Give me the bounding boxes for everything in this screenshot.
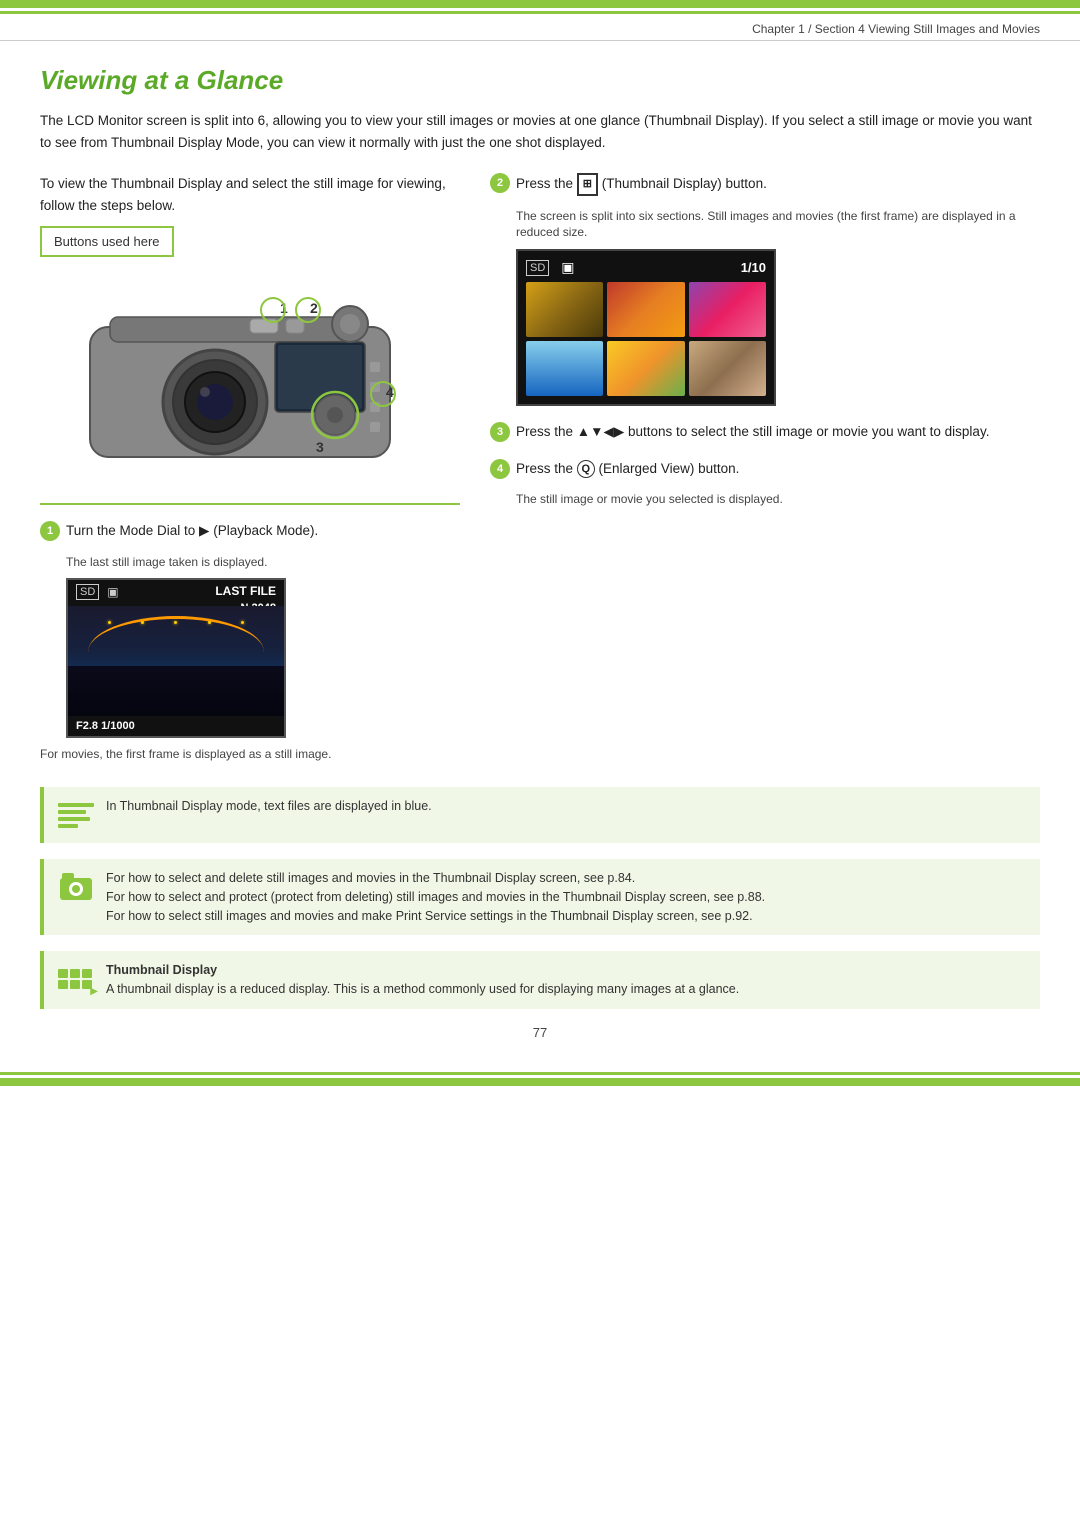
step-3-text: Press the ▲▼◀▶ buttons to select the sti… <box>516 424 989 439</box>
bottom-bar-thick <box>0 1078 1080 1086</box>
step-2-sub: The screen is split into six sections. S… <box>516 208 1040 242</box>
movies-note: For movies, the first frame is displayed… <box>40 746 460 763</box>
bridge-lights <box>93 621 259 624</box>
page-wrapper: Chapter 1 / Section 4 Viewing Still Imag… <box>0 0 1080 1528</box>
note-line-2 <box>58 810 86 814</box>
bridge-reflection <box>68 666 284 716</box>
step-2-circle: 2 <box>490 173 510 193</box>
sd-icon: SD <box>76 584 99 600</box>
step-1-text: Turn the Mode Dial to ▶ (Playback Mode). <box>66 523 318 538</box>
thumbnail-grid-icon <box>58 961 94 997</box>
thumb-cell-1 <box>526 282 603 337</box>
thumb-row-1 <box>58 969 94 978</box>
bridge-light <box>141 621 144 624</box>
note-line-4 <box>58 824 78 828</box>
step-4-text: Press the Q (Enlarged View) button. <box>516 461 739 476</box>
main-content: Viewing at a Glance The LCD Monitor scre… <box>0 41 1080 1068</box>
camera-icon-sm: ▣ <box>107 585 118 599</box>
thumbnail-icon-arrow: ▶ <box>90 986 98 997</box>
bridge-light <box>208 621 211 624</box>
thumb-cell-3 <box>689 282 766 337</box>
breadcrumb: Chapter 1 / Section 4 Viewing Still Imag… <box>0 14 1080 41</box>
bottom-bar-thin <box>0 1072 1080 1075</box>
notes-section: In Thumbnail Display mode, text files ar… <box>40 787 1040 1009</box>
camera-icon-svg <box>58 869 94 905</box>
buttons-used-label: Buttons used here <box>54 234 160 249</box>
camera-diagram: 1 2 3 4 <box>60 267 440 487</box>
camera-svg: 1 2 3 4 <box>60 267 440 477</box>
step-4-row: 4 Press the Q (Enlarged View) button. <box>490 459 1040 479</box>
step-3-circle: 3 <box>490 422 510 442</box>
step-2-content: Press the ⊞ (Thumbnail Display) button. <box>516 173 767 196</box>
step-1-row: 1 Turn the Mode Dial to ▶ (Playback Mode… <box>40 521 460 541</box>
bridge-light <box>241 621 244 624</box>
camera-note-icon <box>58 869 94 905</box>
thumbnail-note-icon: ▶ <box>58 961 94 997</box>
note-3: ▶ Thumbnail Display A thumbnail display … <box>40 951 1040 1009</box>
bridge-image <box>68 606 284 716</box>
thumbnail-grid-mock: SD ▣ 1/10 <box>516 249 776 406</box>
thumbnail-grid <box>526 282 766 396</box>
note-2: For how to select and delete still image… <box>40 859 1040 935</box>
note-3-title: Thumbnail Display <box>106 961 739 980</box>
step-3-content: Press the ▲▼◀▶ buttons to select the sti… <box>516 422 989 442</box>
note-1: In Thumbnail Display mode, text files ar… <box>40 787 1040 843</box>
thumb-sq <box>70 980 80 989</box>
thumb-page-num: 1/10 <box>741 260 766 275</box>
bridge-light <box>174 621 177 624</box>
page-number: 77 <box>40 1025 1040 1040</box>
screen-bottom-info: F2.8 1/1000 <box>76 720 135 732</box>
thumb-sd-label: SD <box>526 260 549 276</box>
breadcrumb-text: Chapter 1 / Section 4 Viewing Still Imag… <box>752 22 1040 36</box>
note-1-text: In Thumbnail Display mode, text files ar… <box>106 797 432 816</box>
note-3-text: A thumbnail display is a reduced display… <box>106 980 739 999</box>
intro-text: The LCD Monitor screen is split into 6, … <box>40 110 1040 153</box>
note-2-text: For how to select and delete still image… <box>106 869 765 925</box>
playback-screen-mock: SD ▣ LAST FILE N 2048 100-0010 <box>66 578 286 738</box>
step-3-row: 3 Press the ▲▼◀▶ buttons to select the s… <box>490 422 1040 442</box>
thumb-cell-4 <box>526 341 603 396</box>
lines-icon <box>58 797 94 833</box>
thumb-sq <box>58 980 68 989</box>
buttons-used-box: Buttons used here <box>40 226 174 257</box>
page-title: Viewing at a Glance <box>40 65 1040 96</box>
top-bar-thick <box>0 0 1080 8</box>
thumb-cell-2 <box>607 282 684 337</box>
note-3-content: Thumbnail Display A thumbnail display is… <box>106 961 739 999</box>
thumb-grid-header: SD ▣ 1/10 <box>526 259 766 276</box>
thumb-cam-label: ▣ <box>561 259 574 276</box>
green-divider-1 <box>40 503 460 505</box>
thumb-sq <box>82 969 92 978</box>
step-2-row: 2 Press the ⊞ (Thumbnail Display) button… <box>490 173 1040 196</box>
bridge-light <box>108 621 111 624</box>
step-4-sub: The still image or movie you selected is… <box>516 491 1040 508</box>
left-column: To view the Thumbnail Display and select… <box>40 173 460 763</box>
step-1-circle: 1 <box>40 521 60 541</box>
thumb-cell-6 <box>689 341 766 396</box>
note-line-1 <box>58 803 94 807</box>
step-4-circle: 4 <box>490 459 510 479</box>
thumb-sq <box>70 969 80 978</box>
svg-text:3: 3 <box>316 439 324 455</box>
right-column: 2 Press the ⊞ (Thumbnail Display) button… <box>490 173 1040 763</box>
left-preamble: To view the Thumbnail Display and select… <box>40 173 460 216</box>
thumb-row-2 <box>58 980 94 989</box>
step-1-content: Turn the Mode Dial to ▶ (Playback Mode). <box>66 521 318 541</box>
thumb-sq <box>58 969 68 978</box>
two-col-layout: To view the Thumbnail Display and select… <box>40 173 1040 763</box>
thumb-cell-5 <box>607 341 684 396</box>
step-1-sub: The last still image taken is displayed. <box>66 554 460 571</box>
step-4-content: Press the Q (Enlarged View) button. <box>516 459 739 479</box>
step-2-text: Press the ⊞ (Thumbnail Display) button. <box>516 176 767 191</box>
note-line-3 <box>58 817 90 821</box>
